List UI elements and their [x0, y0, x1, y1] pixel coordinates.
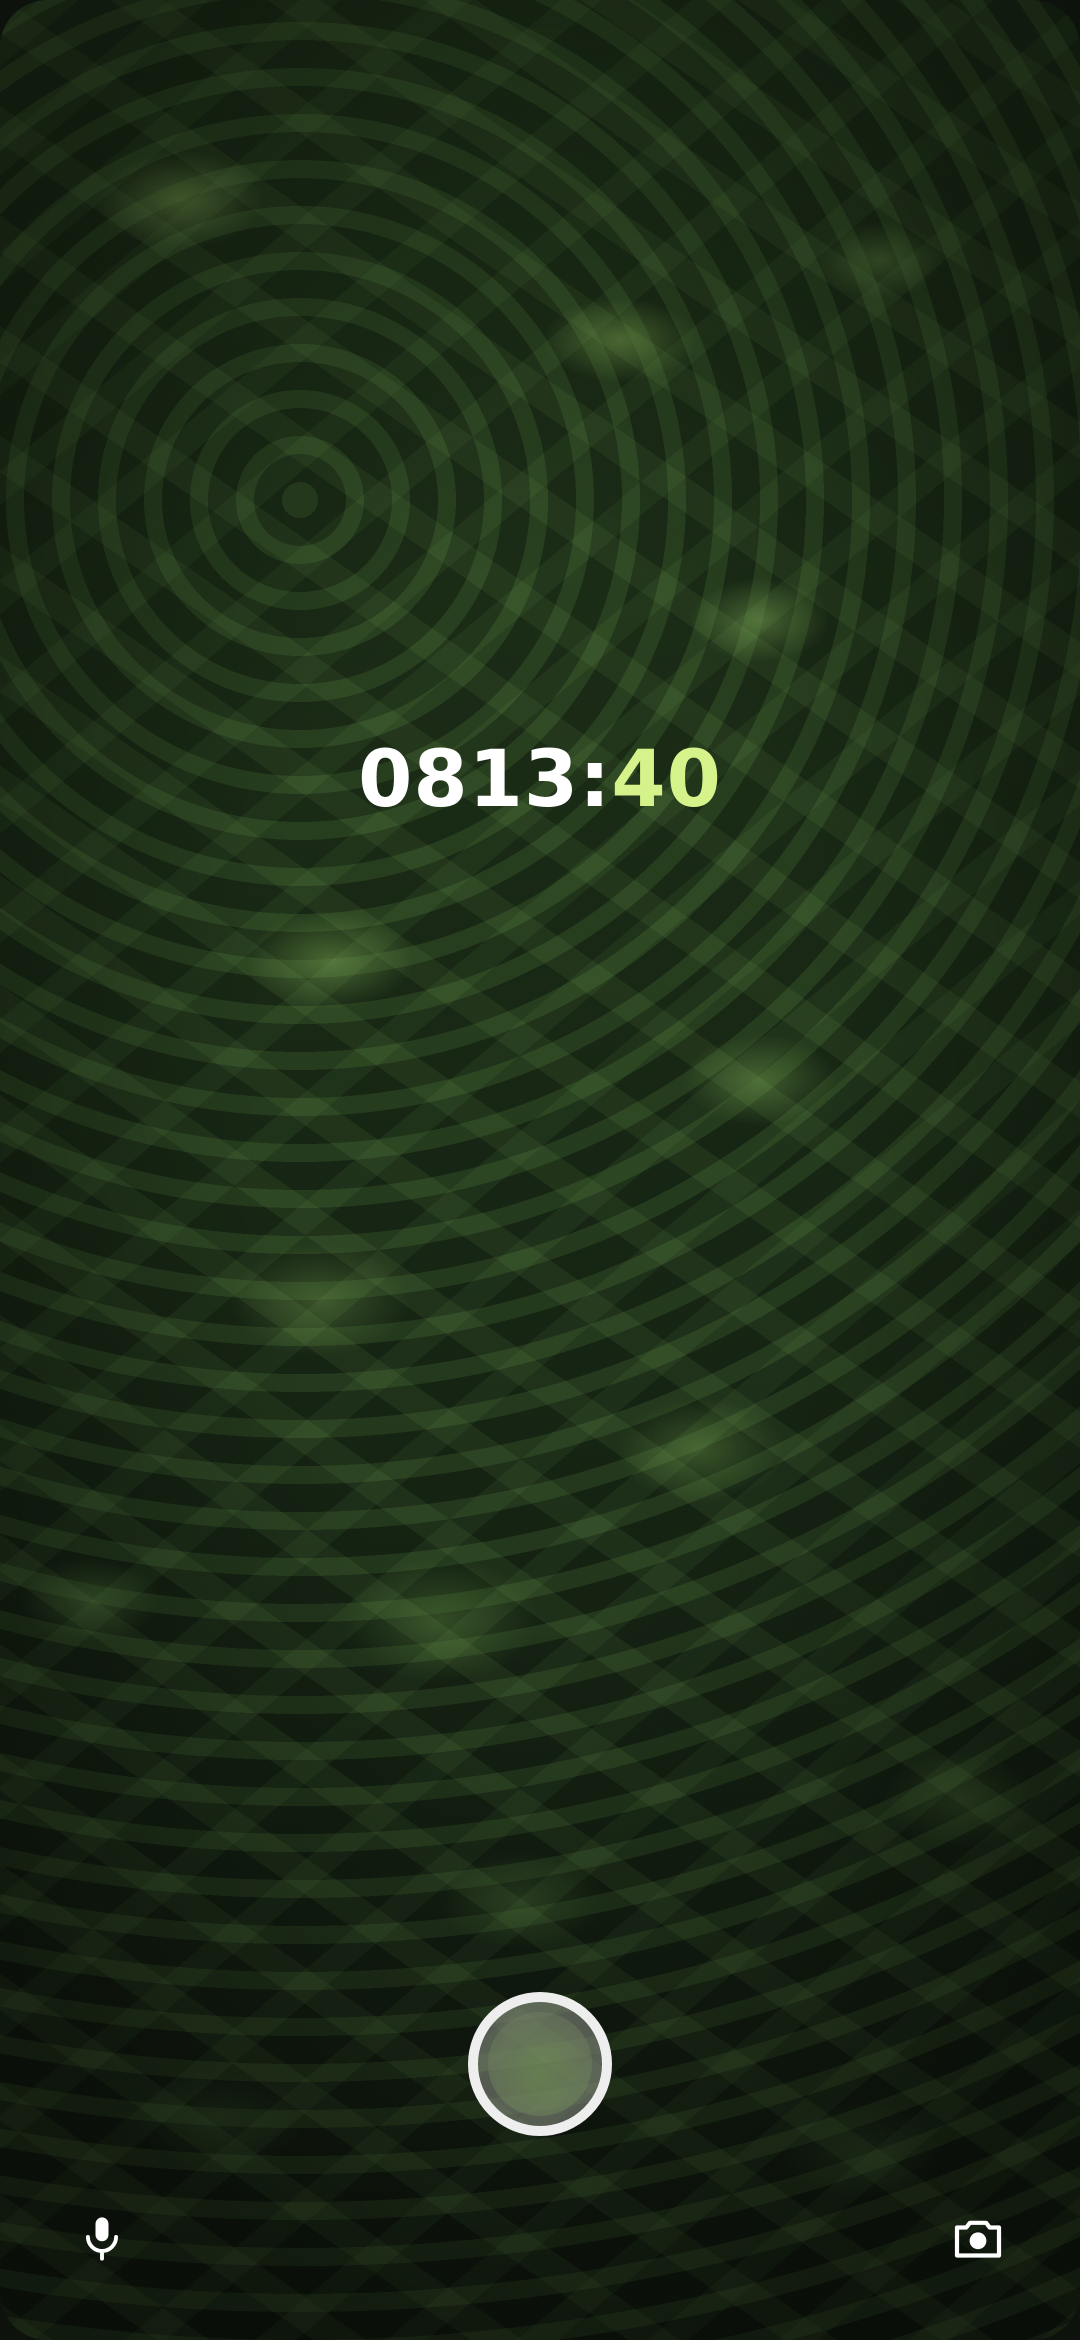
microphone-button[interactable] [62, 2198, 142, 2278]
timer-seconds: 40 [611, 735, 722, 825]
camera-icon [954, 2220, 1002, 2258]
recording-timer: 0813:40 [0, 730, 1080, 830]
shutter-inner [488, 2012, 592, 2116]
timer-separator: : [579, 735, 612, 825]
switch-camera-button[interactable] [938, 2198, 1018, 2278]
timer-main-digits: 0813 [358, 735, 580, 825]
shutter-button[interactable] [468, 1992, 612, 2136]
camera-viewfinder: 0813:40 [0, 0, 1080, 2340]
microphone-icon [85, 2217, 119, 2261]
viewfinder-vignette [0, 0, 1080, 2340]
